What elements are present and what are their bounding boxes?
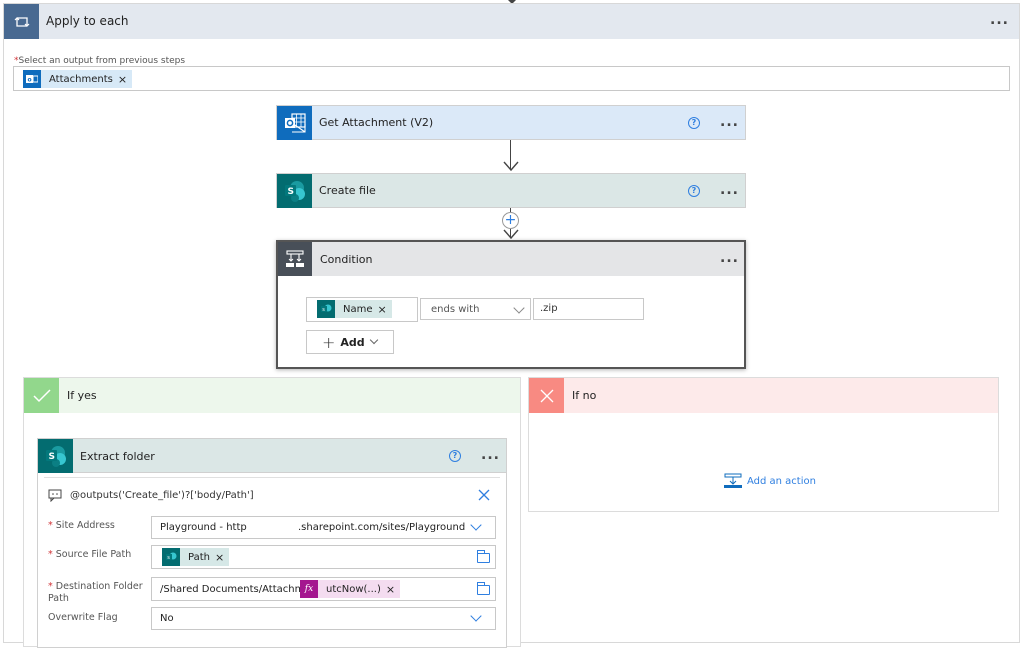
- svg-text:S: S: [48, 452, 54, 462]
- extract-folder-header[interactable]: S Extract folder ? ...: [37, 438, 507, 473]
- path-token[interactable]: s Path ×: [162, 548, 230, 566]
- remove-token-icon[interactable]: ×: [386, 583, 400, 596]
- extract-folder-card: S Extract folder ? ... @outputs('Create_…: [37, 438, 507, 648]
- svg-text:o: o: [28, 77, 32, 84]
- insert-step-button[interactable]: +: [502, 212, 519, 229]
- operator-value: ends with: [431, 304, 480, 315]
- chevron-down-icon: [369, 335, 378, 345]
- condition-header[interactable]: Condition ...: [278, 242, 744, 276]
- overwrite-flag-label: Overwrite Flag: [48, 612, 118, 623]
- condition-value-input[interactable]: .zip: [533, 298, 644, 320]
- site-address-value-right: .sharepoint.com/sites/Playground: [298, 522, 466, 533]
- folder-picker-icon[interactable]: [477, 550, 490, 563]
- more-options-icon[interactable]: ...: [720, 250, 739, 266]
- help-icon[interactable]: ?: [688, 185, 700, 197]
- source-file-path-input[interactable]: s Path ×: [151, 545, 496, 569]
- svg-text:S: S: [287, 187, 293, 197]
- site-address-dropdown[interactable]: Playground - http .sharepoint.com/sites/…: [151, 516, 496, 539]
- token-label: Attachments: [49, 73, 113, 85]
- checkmark-icon: [24, 378, 59, 413]
- card-title: Create file: [319, 184, 376, 197]
- svg-text:s: s: [322, 307, 325, 313]
- token-label: Path: [188, 551, 210, 563]
- card-title: Extract folder: [80, 450, 155, 463]
- add-an-action-button[interactable]: Add an action: [724, 473, 816, 489]
- chevron-down-icon: [470, 610, 482, 622]
- site-address-value-left: Playground - http: [160, 522, 247, 533]
- close-icon[interactable]: [478, 489, 490, 501]
- utcnow-token[interactable]: fx utcNow(...) ×: [300, 580, 401, 598]
- plus-icon: +: [322, 332, 336, 352]
- card-title: Get Attachment (V2): [319, 116, 434, 129]
- remove-token-icon[interactable]: ×: [215, 551, 229, 564]
- arrow-head-icon: [503, 229, 519, 240]
- destination-folder-path-input[interactable]: /Shared Documents/Attachment_ fx utcNow(…: [151, 577, 496, 601]
- select-output-label: *Select an output from previous steps: [14, 56, 186, 66]
- condition-title: Condition: [320, 253, 373, 266]
- sharepoint-icon: S: [277, 174, 312, 208]
- overwrite-flag-dropdown[interactable]: No: [151, 607, 496, 630]
- function-icon: fx: [300, 580, 318, 598]
- condition-operator-dropdown[interactable]: ends with: [420, 298, 531, 320]
- add-action-icon: [724, 473, 742, 488]
- apply-to-each-header[interactable]: Apply to each ...: [4, 4, 1019, 39]
- more-options-icon[interactable]: ...: [481, 447, 500, 463]
- sharepoint-icon: S: [38, 439, 73, 473]
- x-icon: [529, 378, 564, 413]
- apply-to-each-title: Apply to each: [46, 14, 129, 28]
- folder-picker-icon[interactable]: [477, 582, 490, 595]
- chevron-down-icon: [470, 519, 482, 531]
- condition-value: .zip: [540, 303, 558, 314]
- condition-left-operand[interactable]: s Name ×: [306, 297, 418, 322]
- create-file-card[interactable]: S Create file ? ...: [276, 173, 746, 208]
- if-yes-title: If yes: [67, 389, 97, 402]
- chevron-down-icon: [513, 302, 525, 314]
- outlook-icon: o: [23, 70, 41, 88]
- token-label: utcNow(...): [326, 583, 381, 595]
- add-condition-button[interactable]: + Add: [306, 330, 394, 354]
- sharepoint-icon: s: [162, 548, 180, 566]
- outlook-icon: [277, 106, 312, 140]
- help-icon[interactable]: ?: [449, 450, 461, 462]
- attachments-token[interactable]: o Attachments ×: [23, 70, 133, 88]
- more-options-icon[interactable]: ...: [720, 182, 739, 198]
- remove-token-icon[interactable]: ×: [378, 303, 392, 316]
- add-label: Add: [340, 335, 365, 349]
- more-options-icon[interactable]: ...: [990, 12, 1009, 28]
- comment-text: @outputs('Create_file')?['body/Path']: [70, 490, 254, 501]
- loop-icon: [4, 4, 39, 39]
- help-icon[interactable]: ?: [688, 117, 700, 129]
- divider: [44, 477, 500, 478]
- get-attachment-card[interactable]: Get Attachment (V2) ? ...: [276, 105, 746, 140]
- token-label: Name: [343, 303, 373, 315]
- overwrite-flag-value: No: [160, 613, 174, 624]
- if-no-title: If no: [572, 389, 597, 402]
- remove-token-icon[interactable]: ×: [118, 73, 132, 86]
- if-no-branch: If no Add an action: [528, 377, 999, 512]
- comment-icon: [48, 489, 62, 502]
- svg-text:s: s: [167, 555, 170, 561]
- site-address-label: * Site Address: [48, 520, 115, 531]
- if-yes-header[interactable]: If yes: [24, 378, 520, 413]
- add-an-action-label: Add an action: [747, 475, 816, 487]
- sharepoint-icon: s: [317, 300, 335, 318]
- source-file-path-label: * Source File Path: [48, 549, 132, 560]
- condition-card: Condition ... s Name × ends with .zip + …: [276, 240, 746, 369]
- destination-folder-path-label: * Destination Folder Path: [48, 581, 143, 604]
- arrow-head-icon: [503, 161, 519, 172]
- if-no-header[interactable]: If no: [529, 378, 998, 413]
- name-token[interactable]: s Name ×: [317, 300, 392, 318]
- select-output-input[interactable]: o Attachments ×: [13, 66, 1010, 91]
- more-options-icon[interactable]: ...: [720, 114, 739, 130]
- condition-icon: [278, 242, 312, 276]
